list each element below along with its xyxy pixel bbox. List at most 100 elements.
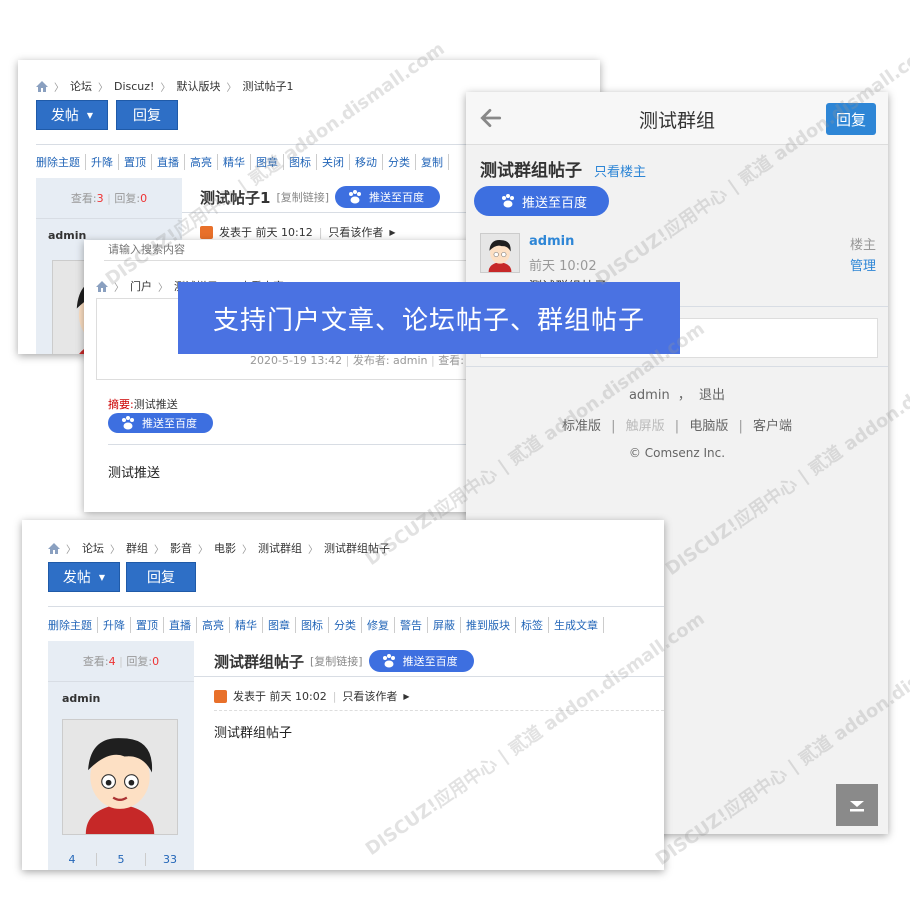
summary-label: 摘要: [108,398,134,411]
only-author-link[interactable]: 只看该作者 [342,688,397,704]
mod-link[interactable]: 删除主题 [48,617,98,633]
paw-icon [502,194,514,208]
stat-value[interactable]: 4 [48,853,97,866]
author-name[interactable]: admin [48,682,194,715]
mobile-thread-header: 测试群组帖子 只看楼主 [480,156,646,181]
avatar-cartoon-icon [63,720,177,834]
mod-link[interactable]: 图章 [263,617,296,633]
moderation-links: 删除主题 升降 置顶 直播 高亮 精华 图章 图标 关闭 移动 分类 复制 [36,154,449,170]
mod-link[interactable]: 生成文章 [549,617,604,633]
portal-article-screenshot: 〉 门户 〉 测试栏目 〉 查看内容 2020-5-19 13:42 | 发布者… [84,240,492,512]
mod-link[interactable]: 警告 [395,617,428,633]
post-body: 测试群组帖子 [214,726,293,741]
post-button-label: 发帖 [62,570,91,586]
copy-link[interactable]: [复制链接] [276,189,329,205]
breadcrumb-item[interactable]: 门户 [130,278,152,294]
mod-link[interactable]: 精华 [230,617,263,633]
mod-link[interactable]: 关闭 [317,154,350,170]
mod-link[interactable]: 置顶 [131,617,164,633]
version-desktop[interactable]: 电脑版 [689,419,728,434]
version-touch[interactable]: 触屏版 [626,419,665,434]
mod-link[interactable]: 修复 [362,617,395,633]
post-meta: 发表于 前天 10:02 | 只看该作者 ▶ [214,688,410,704]
logout-link[interactable]: 退出 [699,388,725,403]
thread-header: 测试群组帖子 [复制链接] 推送至百度 [214,650,474,672]
home-icon[interactable] [48,542,60,554]
push-to-baidu-button[interactable]: 推送至百度 [108,413,213,433]
home-icon[interactable] [36,80,48,92]
thread-title: 测试群组帖子 [214,652,305,671]
breadcrumb-item[interactable]: 论坛 [82,540,104,556]
breadcrumb-item[interactable]: 群组 [126,540,148,556]
breadcrumb-item[interactable]: 影音 [170,540,192,556]
version-client[interactable]: 客户端 [753,419,792,434]
push-to-baidu-button[interactable]: 推送至百度 [474,186,610,216]
mod-link[interactable]: 屏蔽 [428,617,461,633]
push-to-baidu-button[interactable]: 推送至百度 [368,650,474,672]
mod-link[interactable]: 直播 [164,617,197,633]
stat-value[interactable]: 33 [146,853,194,866]
push-to-baidu-button[interactable]: 推送至百度 [335,186,441,208]
mod-link[interactable]: 高亮 [185,154,218,170]
thread-title: 测试帖子1 [200,188,271,207]
mod-link[interactable]: 图章 [251,154,284,170]
mod-link[interactable]: 图标 [284,154,317,170]
only-owner-link[interactable]: 只看楼主 [594,161,646,180]
mod-link[interactable]: 直播 [152,154,185,170]
article-meta: 2020-5-19 13:42 | 发布者: admin | 查看: [250,354,464,367]
mod-link[interactable]: 分类 [329,617,362,633]
summary: 摘要:测试推送 [108,396,178,412]
breadcrumb-item[interactable]: Discuz! [114,80,154,93]
mod-link[interactable]: 升降 [86,154,119,170]
author-stats: 4 5 33 [48,853,194,866]
breadcrumb-item[interactable]: 测试帖子1 [242,78,293,94]
group-thread-screenshot: 〉 论坛 〉 群组 〉 影音 〉 电影 〉 测试群组 〉 测试群组帖子 发帖 ▼… [22,520,664,870]
avatar[interactable] [62,719,178,835]
mod-link[interactable]: 高亮 [197,617,230,633]
publish-date: 2020-5-19 13:42 [250,354,343,367]
post-button[interactable]: 发帖 ▼ [36,100,108,130]
mod-link[interactable]: 删除主题 [36,154,86,170]
manage-link[interactable]: 管理 [850,255,876,274]
footer-user-row: admin ， 退出 [628,388,726,403]
caret-down-icon: ▼ [86,110,94,120]
home-icon[interactable] [96,280,108,292]
breadcrumb-item[interactable]: 论坛 [70,78,92,94]
breadcrumb-item[interactable]: 测试群组 [258,540,302,556]
reply-button-label: 回复 [133,108,161,124]
footer-username[interactable]: admin [629,388,670,403]
version-standard[interactable]: 标准版 [562,419,601,434]
copy-link[interactable]: [复制链接] [310,653,363,669]
mod-link[interactable]: 升降 [98,617,131,633]
reply-button-label: 回复 [147,570,175,586]
thread-stats: 查看:4 | 回复:0 [82,655,160,668]
mod-link[interactable]: 移动 [350,154,383,170]
version-switch: 标准版 | 触屏版 | 电脑版 | 客户端 [561,419,793,434]
breadcrumb-item[interactable]: 默认版块 [176,78,220,94]
play-triangle-icon: ▶ [389,227,396,237]
mod-link[interactable]: 标签 [516,617,549,633]
breadcrumb-item[interactable]: 测试群组帖子 [324,540,390,556]
mod-link[interactable]: 分类 [383,154,416,170]
mobile-author[interactable]: admin [529,234,574,249]
mod-link[interactable]: 置顶 [119,154,152,170]
mod-link[interactable]: 图标 [296,617,329,633]
mobile-reply-button[interactable]: 回复 [826,103,876,135]
reply-button[interactable]: 回复 [126,562,196,592]
scroll-down-button[interactable] [836,784,878,826]
breadcrumb: 〉 论坛 〉 群组 〉 影音 〉 电影 〉 测试群组 〉 测试群组帖子 [48,540,390,556]
thread-stats: 查看:3 | 回复:0 [70,192,148,205]
only-author-link[interactable]: 只看该作者 [328,224,383,240]
post-button[interactable]: 发帖 ▼ [48,562,120,592]
search-input[interactable] [104,240,412,259]
copyright: © Comsenz Inc. [628,446,726,460]
paw-icon [122,416,134,430]
mod-link[interactable]: 精华 [218,154,251,170]
mod-link[interactable]: 复制 [416,154,449,170]
avatar-cartoon-icon [481,234,519,272]
stat-value[interactable]: 5 [97,853,146,866]
mobile-avatar[interactable] [480,233,520,273]
reply-button[interactable]: 回复 [116,100,178,130]
breadcrumb-item[interactable]: 电影 [214,540,236,556]
mod-link[interactable]: 推到版块 [461,617,516,633]
